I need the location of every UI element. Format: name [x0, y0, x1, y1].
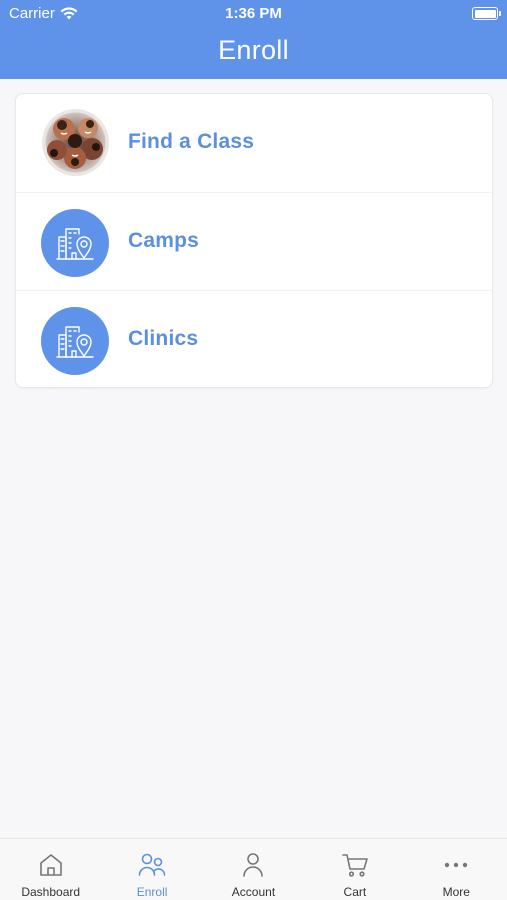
kids-photo-avatar: [42, 109, 109, 176]
people-icon: [138, 851, 166, 879]
list-item-label: Clinics: [128, 327, 199, 350]
list-item-camps[interactable]: Camps: [16, 192, 492, 290]
battery-icon: [472, 7, 501, 20]
tab-label: Account: [231, 885, 276, 899]
building-location-icon: [41, 209, 109, 277]
building-location-icon: [41, 307, 109, 375]
tab-label: More: [442, 885, 470, 899]
enroll-options-list: Find a Class Camps Clinics: [15, 93, 493, 388]
cart-icon: [341, 851, 369, 879]
tab-bar: Dashboard Enroll Account Cart More: [0, 838, 507, 900]
tab-label: Enroll: [136, 885, 168, 899]
person-icon: [239, 851, 267, 879]
status-bar: Carrier 1:36 PM: [0, 0, 507, 28]
list-item-label: Find a Class: [128, 130, 255, 153]
tab-label: Dashboard: [21, 885, 81, 899]
list-item-clinics[interactable]: Clinics: [16, 290, 492, 388]
list-item-find-a-class[interactable]: Find a Class: [16, 94, 492, 192]
more-dots-icon: [442, 851, 470, 879]
tab-enroll[interactable]: Enroll: [101, 839, 202, 900]
battery-level: [474, 9, 496, 18]
tab-dashboard[interactable]: Dashboard: [0, 839, 101, 900]
home-icon: [37, 851, 65, 879]
status-time: 1:36 PM: [225, 5, 282, 22]
enroll-screen: Carrier 1:36 PM Enroll Find a Class Camp…: [0, 0, 507, 900]
list-item-label: Camps: [128, 229, 200, 252]
tab-label: Cart: [343, 885, 367, 899]
tab-more[interactable]: More: [406, 839, 507, 900]
navigation-bar: Carrier 1:36 PM Enroll: [0, 0, 507, 79]
tab-cart[interactable]: Cart: [304, 839, 405, 900]
tab-account[interactable]: Account: [203, 839, 304, 900]
page-title: Enroll: [218, 35, 289, 65]
